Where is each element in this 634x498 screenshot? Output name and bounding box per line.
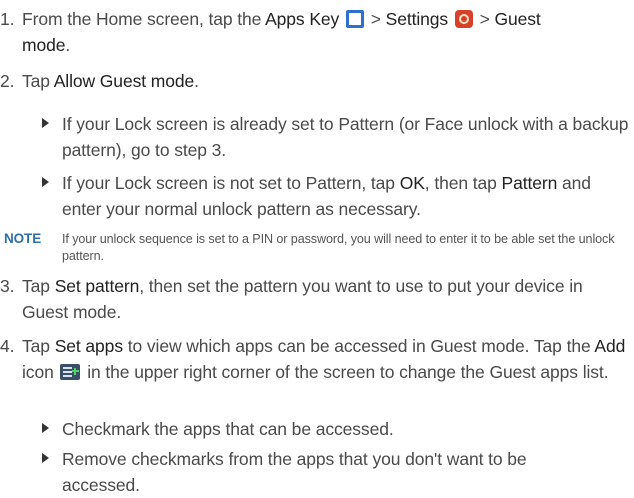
settings-gear-icon	[454, 10, 473, 28]
period: .	[194, 71, 199, 91]
step-text: Tap Set apps to view which apps can be a…	[22, 336, 626, 382]
bullet-text: If your Lock screen is already set to Pa…	[62, 114, 629, 160]
step-number: 2.	[0, 71, 15, 91]
separator: >	[474, 9, 495, 29]
note-label: NOTE	[4, 231, 42, 246]
pattern-label: Pattern	[501, 173, 558, 193]
bullet-item: If your Lock screen is not set to Patter…	[42, 170, 630, 222]
set-pattern-label: Set pattern	[54, 276, 140, 296]
step-3: 3. Tap Set pattern, then set the pattern…	[0, 273, 630, 325]
instructions-page: 1. From the Home screen, tap the Apps Key…	[0, 0, 634, 495]
step-text: From the Home screen, tap the	[22, 9, 266, 29]
guest-label-line2: mode	[22, 35, 66, 55]
step-1-continued: mode.	[22, 32, 630, 58]
add-label: Add	[594, 336, 626, 356]
bullet-item: Remove checkmarks from the apps that you…	[42, 446, 602, 498]
bullet-triangle-icon	[42, 453, 49, 463]
bullet-text: If your Lock screen is not set to Patter…	[62, 173, 591, 219]
bullet-text: Checkmark the apps that can be accessed.	[62, 419, 394, 439]
set-apps-label: Set apps	[54, 336, 123, 356]
allow-guest-mode-label: Allow Guest mode	[53, 71, 195, 91]
bullet-item: Checkmark the apps that can be accessed.	[42, 416, 630, 442]
step-number: 3.	[0, 276, 15, 296]
bullet-text: Remove checkmarks from the apps that you…	[62, 449, 527, 495]
step-text: Tap	[22, 71, 54, 91]
apps-key-label: Apps Key	[265, 9, 340, 29]
step-number: 1.	[0, 9, 15, 29]
separator: >	[365, 9, 386, 29]
settings-label: Settings	[385, 9, 449, 29]
step-2: 2. Tap Allow Guest mode.	[0, 68, 199, 94]
guest-label-line1: Guest	[494, 9, 541, 29]
period: .	[65, 35, 71, 55]
note-text: If your unlock sequence is set to a PIN …	[62, 232, 615, 263]
add-list-icon	[60, 364, 81, 380]
bullet-triangle-icon	[42, 177, 49, 187]
ok-label: OK	[399, 173, 425, 193]
apps-grid-icon	[345, 10, 364, 28]
bullet-triangle-icon	[42, 118, 49, 128]
step-1: 1. From the Home screen, tap the Apps Key…	[0, 6, 541, 32]
step-text: Tap Set pattern, then set the pattern yo…	[22, 276, 583, 322]
step-4: 4. Tap Set apps to view which apps can b…	[0, 333, 630, 385]
bullet-triangle-icon	[42, 423, 49, 433]
bullet-item: If your Lock screen is already set to Pa…	[42, 111, 630, 163]
step-number: 4.	[0, 336, 15, 356]
